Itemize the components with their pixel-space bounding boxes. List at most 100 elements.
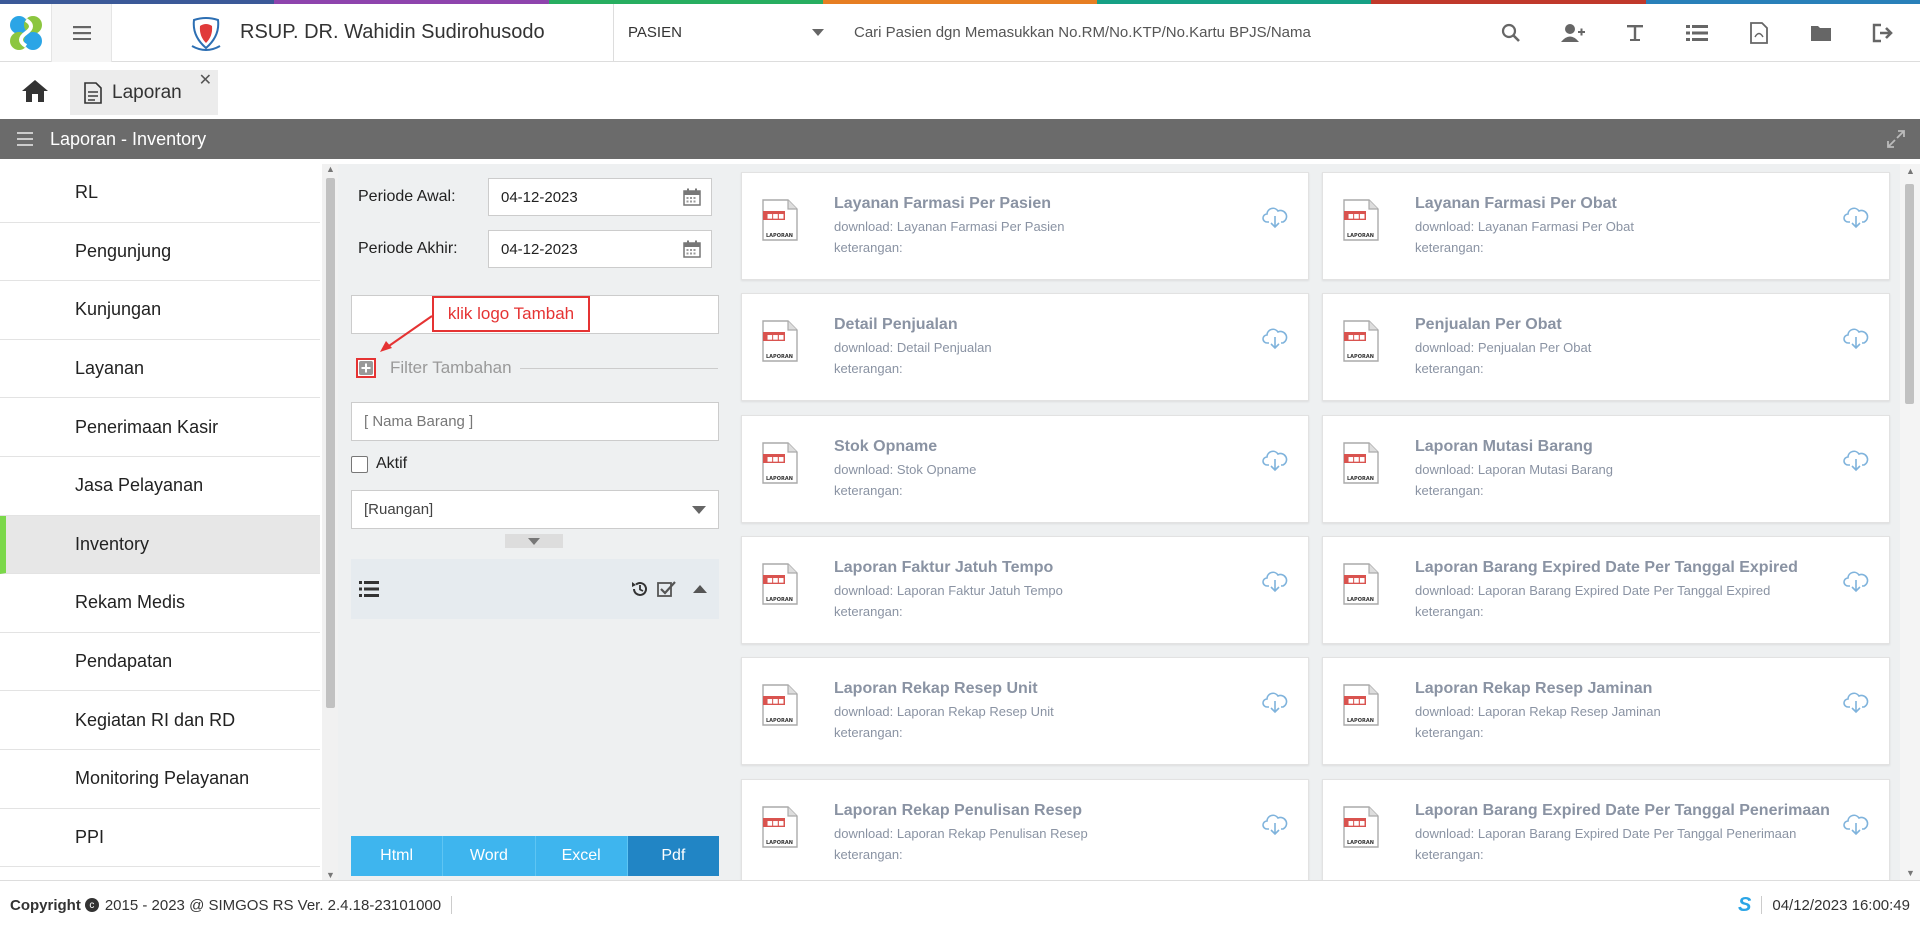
download-button[interactable] (1262, 812, 1288, 841)
add-filter-button[interactable] (356, 358, 376, 378)
cloud-download-icon (1843, 450, 1869, 471)
report-download-text: download: Laporan Barang Expired Date Pe… (1415, 582, 1771, 598)
sidebar-item[interactable]: Penerimaan Kasir (0, 398, 320, 457)
export-pdf-button[interactable]: Pdf (627, 836, 719, 876)
sidebar-item[interactable]: Kegiatan RI dan RD (0, 691, 320, 750)
logout-button[interactable] (1852, 4, 1914, 62)
report-card[interactable]: ■■■ LAPORAN Layanan Farmasi Per Pasien do… (741, 172, 1309, 280)
patient-type-select[interactable]: PASIEN (614, 4, 838, 62)
download-button[interactable] (1262, 569, 1288, 598)
scroll-up-icon[interactable]: ▲ (1906, 166, 1915, 176)
aktif-checkbox[interactable] (351, 455, 368, 473)
periode-akhir-row: Periode Akhir: 04-12-2023 (358, 230, 712, 268)
list-icon[interactable] (359, 581, 379, 597)
report-card[interactable]: ■■■ LAPORAN Laporan Mutasi Barang downloa… (1322, 414, 1890, 523)
home-button[interactable] (0, 62, 70, 119)
download-button[interactable] (1262, 205, 1288, 234)
collapse-filter-button[interactable] (505, 534, 563, 548)
download-button[interactable] (1843, 326, 1869, 355)
report-file-icon-label: LAPORAN (1347, 354, 1374, 360)
caret-down-icon (812, 29, 824, 36)
periode-akhir-value: 04-12-2023 (501, 240, 578, 258)
report-card[interactable]: ■■■ LAPORAN Laporan Barang Expired Date P… (1322, 535, 1890, 644)
report-file-icon: ■■■ LAPORAN (1343, 563, 1379, 605)
scroll-down-icon[interactable]: ▼ (326, 870, 335, 880)
download-button[interactable] (1262, 448, 1288, 477)
content-scrollbar[interactable]: ▲ ▼ (1900, 164, 1920, 880)
download-button[interactable] (1843, 812, 1869, 841)
report-card[interactable]: ■■■ LAPORAN Laporan Barang Expired Date P… (1322, 778, 1890, 880)
calendar-icon[interactable] (683, 240, 701, 258)
report-card[interactable]: ■■■ LAPORAN Laporan Rekap Resep Unit down… (741, 657, 1309, 766)
sidebar-item-label: Rekam Medis (75, 592, 186, 613)
report-card[interactable]: ■■■ LAPORAN Laporan Faktur Jatuh Tempo do… (741, 535, 1309, 644)
report-file-icon-wrap: ■■■ LAPORAN (762, 805, 798, 853)
sidebar-item[interactable]: Layanan (0, 340, 320, 399)
report-card[interactable]: ■■■ LAPORAN Layanan Farmasi Per Obat down… (1322, 172, 1890, 280)
add-user-button[interactable] (1542, 4, 1604, 62)
check-square-icon[interactable] (657, 580, 677, 598)
download-button[interactable] (1843, 569, 1869, 598)
content-scrollbar-thumb[interactable] (1905, 184, 1914, 404)
download-button[interactable] (1843, 690, 1869, 719)
tab-laporan[interactable]: Laporan ✕ (70, 70, 218, 115)
list-button[interactable] (1666, 4, 1728, 62)
periode-awal-input[interactable]: 04-12-2023 (488, 178, 712, 216)
report-download-text: download: Layanan Farmasi Per Obat (1415, 219, 1634, 234)
text-button[interactable] (1604, 4, 1666, 62)
report-card[interactable]: ■■■ LAPORAN Laporan Rekap Penulisan Resep… (741, 778, 1309, 880)
patient-search-input[interactable]: Cari Pasien dgn Memasukkan No.RM/No.KTP/… (838, 4, 1480, 62)
periode-akhir-input[interactable]: 04-12-2023 (488, 230, 712, 268)
periode-awal-label: Periode Awal: (358, 188, 456, 205)
report-file-icon-label: LAPORAN (1347, 597, 1374, 603)
sidebar-scrollbar-thumb[interactable] (326, 178, 335, 708)
sidebar-item[interactable]: Pendapatan (0, 633, 320, 692)
sidebar-item[interactable]: Kunjungan (0, 281, 320, 340)
sidebar-item[interactable]: Jasa Pelayanan (0, 457, 320, 516)
report-card[interactable]: ■■■ LAPORAN Stok Opname download: Stok Op… (741, 414, 1309, 523)
cloud-download-icon (1262, 450, 1288, 471)
sidebar-item[interactable]: Monitoring Pelayanan (0, 750, 320, 809)
report-file-icon-wrap: ■■■ LAPORAN (1343, 805, 1379, 853)
report-file-icon-label: LAPORAN (766, 476, 793, 482)
sidebar-item[interactable]: Pengunjung (0, 223, 320, 282)
scroll-up-icon[interactable]: ▲ (326, 164, 335, 174)
simgos-logo[interactable] (0, 3, 52, 62)
sidebar-item[interactable]: PPI (0, 809, 320, 868)
aktif-checkbox-row[interactable]: Aktif (351, 455, 407, 473)
sidebar-scrollbar[interactable]: ▲ ▼ (322, 164, 338, 880)
download-button[interactable] (1262, 326, 1288, 355)
expand-button[interactable] (1886, 129, 1906, 154)
caret-up-icon[interactable] (693, 584, 707, 594)
download-button[interactable] (1843, 448, 1869, 477)
pdf-file-button[interactable] (1728, 4, 1790, 62)
scroll-down-icon[interactable]: ▼ (1906, 868, 1915, 878)
sidebar-item[interactable]: Inventory (0, 515, 320, 575)
cloud-download-icon (1262, 571, 1288, 593)
calendar-icon[interactable] (683, 188, 701, 206)
sidebar-toggle-button[interactable] (0, 132, 50, 146)
report-card[interactable]: ■■■ LAPORAN Detail Penjualan download: De… (741, 293, 1309, 402)
folder-button[interactable] (1790, 4, 1852, 62)
ruangan-select[interactable]: [Ruangan] (351, 490, 719, 529)
report-card[interactable]: ■■■ LAPORAN Laporan Rekap Resep Jaminan d… (1322, 657, 1890, 766)
nama-barang-input[interactable]: [ Nama Barang ] (351, 402, 719, 441)
report-title: Layanan Farmasi Per Pasien (834, 195, 1051, 212)
svg-text:■■■: ■■■ (1348, 820, 1365, 827)
export-html-button[interactable]: Html (351, 836, 444, 876)
export-excel-button[interactable]: Excel (535, 836, 628, 876)
tab-label: Laporan (112, 81, 182, 103)
download-button[interactable] (1843, 205, 1869, 234)
export-word-button[interactable]: Word (443, 836, 536, 876)
sidebar-item[interactable]: RL (0, 164, 320, 223)
download-button[interactable] (1262, 690, 1288, 719)
hospital-name: RSUP. DR. Wahidin Sudirohusodo (240, 21, 545, 43)
sidebar-item[interactable]: Rekam Medis (0, 574, 320, 633)
search-button[interactable] (1480, 4, 1542, 62)
report-card[interactable]: ■■■ LAPORAN Penjualan Per Obat download: … (1322, 293, 1890, 402)
history-icon[interactable] (631, 580, 649, 598)
report-download-text: download: Stok Opname (834, 461, 977, 477)
menu-toggle-button[interactable] (52, 3, 112, 62)
report-file-icon-label: LAPORAN (1347, 840, 1374, 846)
close-icon[interactable]: ✕ (199, 70, 212, 90)
